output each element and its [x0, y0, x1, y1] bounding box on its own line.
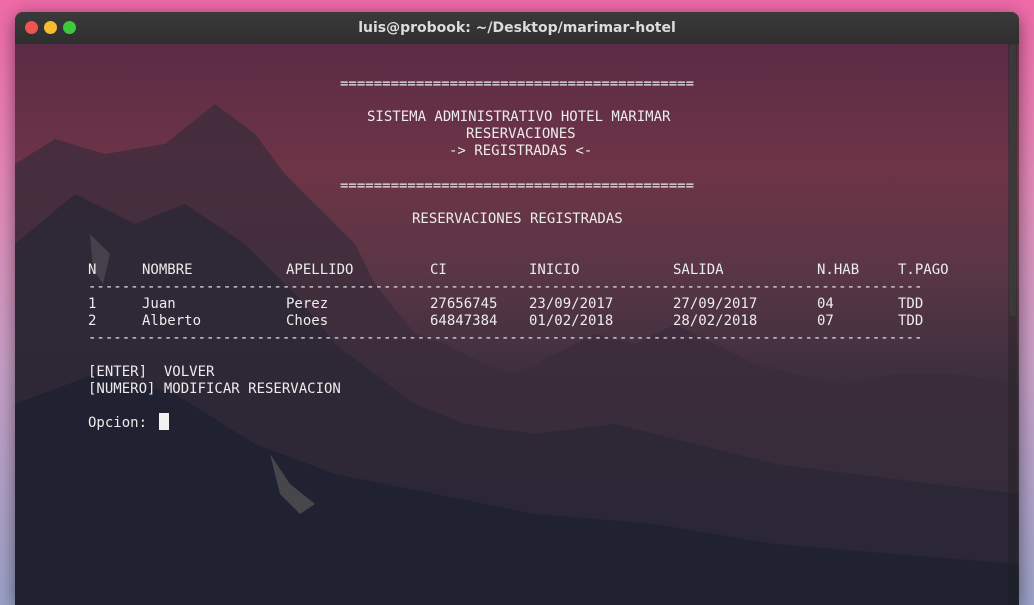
- close-button[interactable]: [25, 21, 38, 34]
- scrollbar[interactable]: [1008, 44, 1017, 605]
- row1-tpago: TDD: [898, 296, 924, 312]
- row1-n: 1: [88, 296, 97, 312]
- maximize-button[interactable]: [63, 21, 76, 34]
- text-cursor[interactable]: [159, 413, 169, 430]
- window-title: luis@probook: ~/Desktop/marimar-hotel: [358, 20, 676, 36]
- row1-nhab: 04: [817, 296, 834, 312]
- row2-salida: 28/02/2018: [673, 313, 758, 329]
- table-rule-bottom: ----------------------------------------…: [88, 330, 923, 346]
- col-header-salida: SALIDA: [673, 262, 724, 278]
- minimize-button[interactable]: [44, 21, 57, 34]
- row1-salida: 27/09/2017: [673, 296, 758, 312]
- row2-apellido: Choes: [286, 313, 329, 329]
- col-header-apellido: APELLIDO: [286, 262, 354, 278]
- section-title: RESERVACIONES: [466, 126, 576, 142]
- row2-tpago: TDD: [898, 313, 924, 329]
- subsection-title: -> REGISTRADAS <-: [449, 143, 593, 159]
- row2-n: 2: [88, 313, 97, 329]
- col-header-nombre: NOMBRE: [142, 262, 193, 278]
- terminal-content[interactable]: ========================================…: [15, 44, 1019, 605]
- option-prompt: Opcion:: [88, 415, 156, 431]
- menu-option-enter: [ENTER] VOLVER: [88, 364, 215, 380]
- col-header-n: N: [88, 262, 97, 278]
- header-rule-bottom: ========================================…: [340, 178, 695, 194]
- terminal-window: luis@probook: ~/Desktop/marimar-hotel ==…: [15, 12, 1019, 605]
- row2-inicio: 01/02/2018: [529, 313, 614, 329]
- row1-inicio: 23/09/2017: [529, 296, 614, 312]
- col-header-ci: CI: [430, 262, 447, 278]
- system-title: SISTEMA ADMINISTRATIVO HOTEL MARIMAR: [367, 109, 671, 125]
- window-controls: [25, 21, 76, 34]
- table-rule-top: ----------------------------------------…: [88, 279, 923, 295]
- col-header-inicio: INICIO: [529, 262, 580, 278]
- col-header-tpago: T.PAGO: [898, 262, 949, 278]
- title-bar[interactable]: luis@probook: ~/Desktop/marimar-hotel: [15, 12, 1019, 44]
- row2-nhab: 07: [817, 313, 834, 329]
- row1-apellido: Perez: [286, 296, 329, 312]
- scrollbar-thumb[interactable]: [1009, 44, 1016, 316]
- table-title: RESERVACIONES REGISTRADAS: [412, 211, 623, 227]
- row2-nombre: Alberto: [142, 313, 202, 329]
- row1-nombre: Juan: [142, 296, 176, 312]
- col-header-nhab: N.HAB: [817, 262, 860, 278]
- menu-option-numero: [NUMERO] MODIFICAR RESERVACION: [88, 381, 341, 397]
- row1-ci: 27656745: [430, 296, 498, 312]
- row2-ci: 64847384: [430, 313, 498, 329]
- header-rule-top: ========================================…: [340, 76, 695, 92]
